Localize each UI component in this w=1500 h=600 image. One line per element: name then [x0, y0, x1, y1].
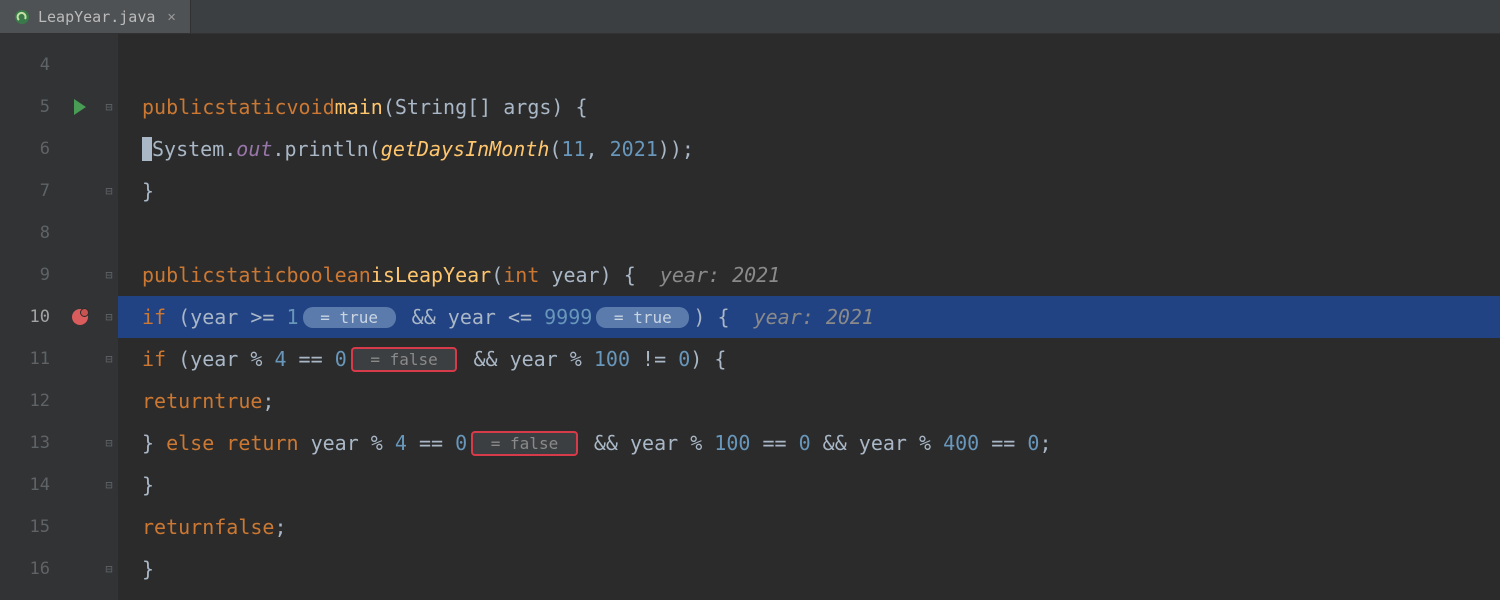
fold-end-icon: ⊟	[105, 184, 112, 198]
line-number[interactable]: 12	[0, 380, 60, 422]
code-line[interactable]: }	[118, 464, 1500, 506]
line-number[interactable]: 7	[0, 170, 60, 212]
ide-window: LeapYear.java ✕ 4 5 6 7 8 9 10 11 12 13 …	[0, 0, 1500, 600]
line-number[interactable]: 14	[0, 464, 60, 506]
code-line[interactable]: }	[118, 548, 1500, 590]
code-content[interactable]: public static void main(String[] args) {…	[118, 34, 1500, 600]
code-line[interactable]: public static void main(String[] args) {	[118, 86, 1500, 128]
line-number[interactable]: 4	[0, 44, 60, 86]
breakpoint-icon[interactable]	[72, 309, 88, 325]
inline-hint: year: 2021	[729, 305, 874, 329]
tab-leapyear[interactable]: LeapYear.java ✕	[0, 0, 191, 33]
fold-collapse-icon[interactable]: ⊟	[105, 268, 112, 282]
line-number-gutter[interactable]: 4 5 6 7 8 9 10 11 12 13 14 15 16	[0, 34, 60, 600]
fold-gutter: ⊟ ⊟ ⊟ ⊟ ⊟ ⊟ ⊟ ⊟	[100, 34, 118, 600]
code-line[interactable]: return false;	[118, 506, 1500, 548]
editor-area: 4 5 6 7 8 9 10 11 12 13 14 15 16	[0, 34, 1500, 600]
code-line[interactable]: return true;	[118, 380, 1500, 422]
code-line[interactable]: if (year >= 1 = true && year <= 9999 = t…	[118, 296, 1500, 338]
code-line[interactable]	[118, 44, 1500, 86]
text-caret	[142, 137, 152, 161]
line-number[interactable]: 13	[0, 422, 60, 464]
line-number[interactable]: 9	[0, 254, 60, 296]
tab-filename: LeapYear.java	[38, 8, 155, 26]
code-line[interactable]	[118, 212, 1500, 254]
code-line[interactable]: }	[118, 170, 1500, 212]
line-number[interactable]: 10	[0, 296, 60, 338]
run-icon[interactable]	[74, 99, 86, 115]
editor-tabs: LeapYear.java ✕	[0, 0, 1500, 34]
gutter-marks	[60, 34, 100, 600]
line-number[interactable]: 16	[0, 548, 60, 590]
fold-collapse-icon[interactable]: ⊟	[105, 310, 112, 324]
inline-eval-badge-highlighted: = false	[471, 431, 578, 456]
fold-collapse-icon[interactable]: ⊟	[105, 100, 112, 114]
fold-end-icon: ⊟	[105, 436, 112, 450]
line-number[interactable]: 11	[0, 338, 60, 380]
fold-collapse-icon[interactable]: ⊟	[105, 352, 112, 366]
close-icon[interactable]: ✕	[167, 9, 175, 25]
inline-eval-badge-highlighted: = false	[351, 347, 458, 372]
code-line[interactable]: if (year % 4 == 0 = false && year % 100 …	[118, 338, 1500, 380]
code-line[interactable]: System.out.println(getDaysInMonth(11, 20…	[118, 128, 1500, 170]
line-number[interactable]: 15	[0, 506, 60, 548]
code-line[interactable]: public static boolean isLeapYear(int yea…	[118, 254, 1500, 296]
inline-eval-badge: = true	[303, 307, 396, 328]
java-class-icon	[14, 9, 30, 25]
code-line[interactable]: } else return year % 4 == 0 = false && y…	[118, 422, 1500, 464]
inline-eval-badge: = true	[596, 307, 689, 328]
line-number[interactable]: 6	[0, 128, 60, 170]
line-number[interactable]: 8	[0, 212, 60, 254]
fold-end-icon: ⊟	[105, 562, 112, 576]
fold-end-icon: ⊟	[105, 478, 112, 492]
line-number[interactable]: 5	[0, 86, 60, 128]
inline-hint: year: 2021	[636, 263, 781, 287]
